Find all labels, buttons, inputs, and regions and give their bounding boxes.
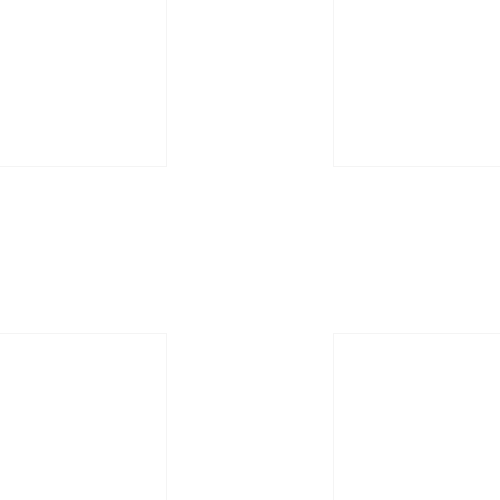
corner-tile-top-left bbox=[0, 0, 167, 167]
corner-tile-top-right bbox=[333, 0, 500, 167]
corner-tile-bottom-left bbox=[0, 333, 167, 500]
corner-tile-bottom-right bbox=[333, 333, 500, 500]
blank-tile-grid bbox=[0, 0, 500, 500]
